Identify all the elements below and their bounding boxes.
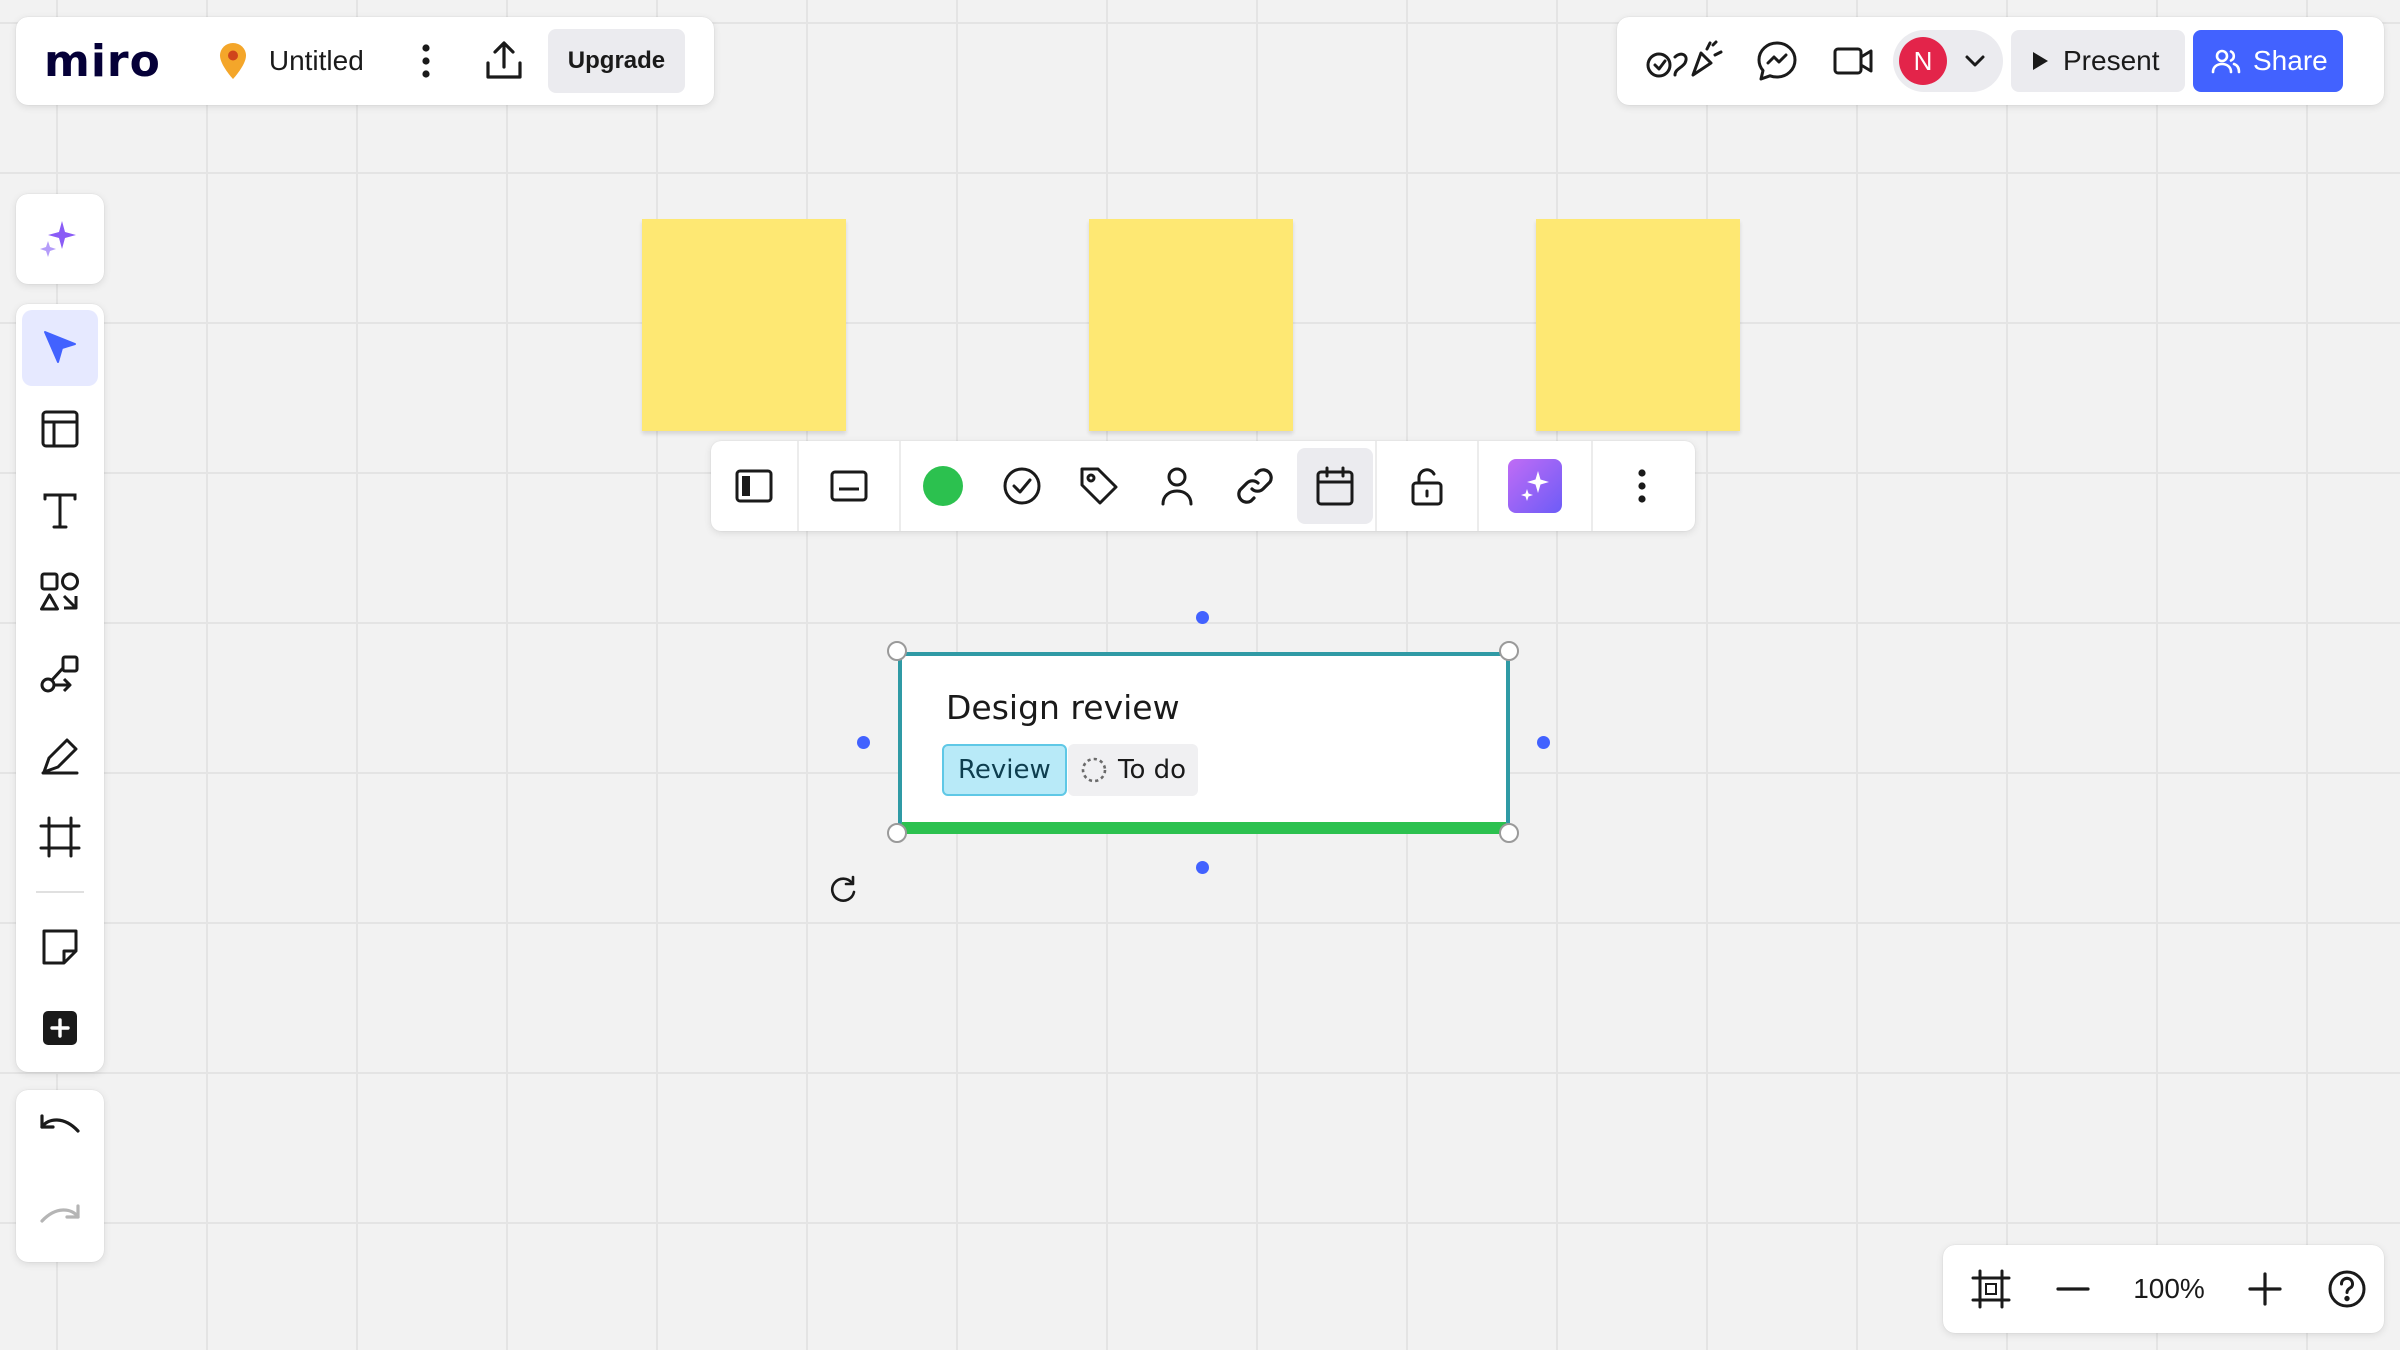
- export-icon[interactable]: [476, 33, 532, 89]
- card-title[interactable]: Design review: [946, 688, 1180, 727]
- select-tool[interactable]: [22, 310, 98, 386]
- card-fields-button[interactable]: [799, 441, 899, 531]
- zoom-in-icon[interactable]: [2237, 1261, 2293, 1317]
- cursor-icon: [40, 328, 80, 368]
- templates-tool[interactable]: [22, 392, 98, 468]
- pen-icon: [39, 735, 81, 777]
- chevron-down-icon[interactable]: [1961, 47, 1989, 75]
- assignee-icon: [1159, 466, 1195, 506]
- card-context-toolbar: [711, 441, 1695, 531]
- redo-icon: [39, 1203, 81, 1233]
- board-menu-icon[interactable]: [406, 33, 446, 89]
- card-layout-button[interactable]: [711, 441, 797, 531]
- resize-handle-bottom-left[interactable]: [887, 823, 907, 843]
- users-icon: [2211, 48, 2241, 74]
- color-swatch: [922, 465, 964, 507]
- calendar-icon: [1314, 465, 1356, 507]
- status-button[interactable]: [985, 441, 1059, 531]
- color-picker-button[interactable]: [901, 441, 985, 531]
- card-status-label: To do: [1118, 755, 1187, 785]
- sticky-note-icon: [40, 927, 80, 967]
- undo-button[interactable]: [22, 1090, 98, 1166]
- shapes-tool[interactable]: [22, 555, 98, 631]
- present-label: Present: [2063, 45, 2160, 76]
- more-tools-button[interactable]: [22, 990, 98, 1066]
- card-fields-icon: [829, 469, 869, 503]
- ai-sparkle-icon[interactable]: [38, 217, 82, 261]
- reactions-icon[interactable]: [1645, 33, 1727, 89]
- connector-tool[interactable]: [22, 636, 98, 712]
- connector-handle-right[interactable]: [1537, 736, 1550, 749]
- sticky-note-tool[interactable]: [22, 909, 98, 985]
- ai-assist-button[interactable]: [1479, 441, 1591, 531]
- board-location-pin-icon[interactable]: [213, 41, 253, 81]
- collaboration-bar: N Present Share: [1617, 17, 2384, 105]
- card-status[interactable]: To do: [1068, 744, 1199, 796]
- resize-handle-top-right[interactable]: [1499, 641, 1519, 661]
- connector-handle-top[interactable]: [1196, 611, 1209, 624]
- resize-handle-bottom-right[interactable]: [1499, 823, 1519, 843]
- frame-tool[interactable]: [22, 799, 98, 875]
- card-tag[interactable]: Review: [942, 744, 1067, 796]
- link-button[interactable]: [1215, 441, 1295, 531]
- play-icon: [2031, 51, 2049, 71]
- more-options-button[interactable]: [1593, 441, 1691, 531]
- text-tool[interactable]: [22, 473, 98, 549]
- assignee-button[interactable]: [1139, 441, 1215, 531]
- frame-icon: [39, 816, 81, 858]
- toolbar-divider: [36, 890, 84, 893]
- task-card[interactable]: Design review Review To do: [898, 652, 1510, 834]
- text-icon: [40, 491, 80, 531]
- card-layout-icon: [734, 468, 774, 504]
- resize-handle-top-left[interactable]: [887, 641, 907, 661]
- templates-icon: [40, 409, 80, 449]
- zoom-level[interactable]: 100%: [2123, 1273, 2215, 1305]
- check-circle-icon: [1002, 466, 1042, 506]
- avatar[interactable]: N: [1899, 37, 1947, 85]
- upgrade-button[interactable]: Upgrade: [547, 29, 686, 93]
- sticky-note[interactable]: [1089, 219, 1293, 431]
- share-label: Share: [2253, 45, 2328, 76]
- tag-icon: [1078, 465, 1120, 507]
- status-dashed-circle-icon: [1080, 756, 1108, 784]
- ai-sparkle-icon: [1508, 459, 1562, 513]
- ai-panel: [16, 194, 104, 284]
- miro-logo[interactable]: miro: [44, 36, 161, 87]
- connector-handle-left[interactable]: [857, 736, 870, 749]
- undo-icon: [39, 1113, 81, 1143]
- help-icon[interactable]: [2319, 1261, 2375, 1317]
- plus-square-icon: [42, 1010, 78, 1046]
- connector-icon: [39, 653, 81, 695]
- more-vertical-icon: [1637, 468, 1647, 504]
- connector-handle-bottom[interactable]: [1196, 861, 1209, 874]
- sticky-note[interactable]: [642, 219, 846, 431]
- sticky-note[interactable]: [1536, 219, 1740, 431]
- share-button[interactable]: Share: [2193, 30, 2343, 92]
- due-date-button[interactable]: [1295, 441, 1375, 531]
- zoom-out-icon[interactable]: [2045, 1261, 2101, 1317]
- comments-icon[interactable]: [1749, 33, 1805, 89]
- rotate-icon[interactable]: [826, 872, 860, 906]
- unlock-icon: [1409, 465, 1445, 507]
- creation-toolbar: [16, 304, 104, 1072]
- tag-button[interactable]: [1059, 441, 1139, 531]
- zoom-controls: 100%: [1943, 1245, 2384, 1333]
- present-button[interactable]: Present: [2011, 30, 2185, 92]
- history-panel: [16, 1090, 104, 1262]
- board-title[interactable]: Untitled: [269, 45, 364, 77]
- link-icon: [1234, 465, 1276, 507]
- fit-to-screen-icon[interactable]: [1963, 1261, 2019, 1317]
- redo-button[interactable]: [22, 1180, 98, 1256]
- user-menu[interactable]: N: [1893, 30, 2003, 92]
- lock-button[interactable]: [1377, 441, 1477, 531]
- pen-tool[interactable]: [22, 718, 98, 794]
- board-header: miro Untitled Upgrade: [16, 17, 714, 105]
- shapes-icon: [39, 571, 81, 613]
- video-call-icon[interactable]: [1825, 33, 1881, 89]
